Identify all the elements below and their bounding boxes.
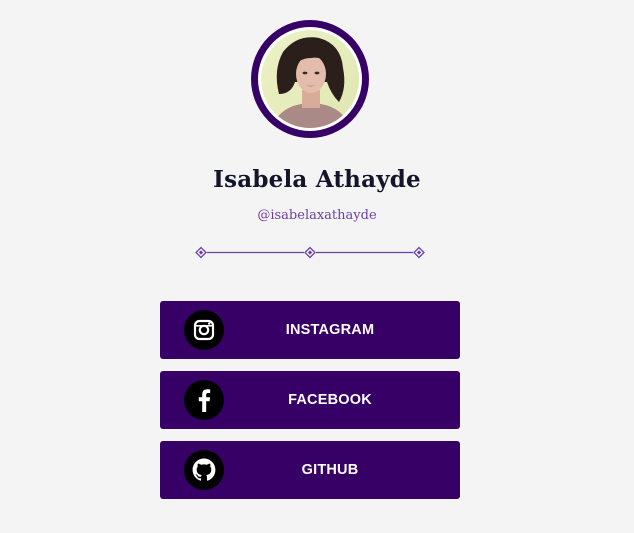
ornament-divider [195, 246, 425, 259]
facebook-link-button[interactable]: FACEBOOK [160, 371, 460, 429]
avatar [251, 20, 369, 138]
avatar-photo [261, 30, 359, 128]
avatar-portrait [261, 30, 359, 128]
linktree-page: Isabela Athayde @isabelaxathayde INSTAGR… [0, 0, 634, 533]
facebook-label: FACEBOOK [288, 392, 372, 408]
profile-name: Isabela Athayde [213, 166, 421, 193]
instagram-label: INSTAGRAM [285, 322, 375, 338]
instagram-link-button[interactable]: INSTAGRAM [160, 301, 460, 359]
profile-handle: @isabelaxathayde [257, 208, 377, 223]
github-label: GITHUB [301, 462, 359, 478]
github-link-button[interactable]: GITHUB [160, 441, 460, 499]
